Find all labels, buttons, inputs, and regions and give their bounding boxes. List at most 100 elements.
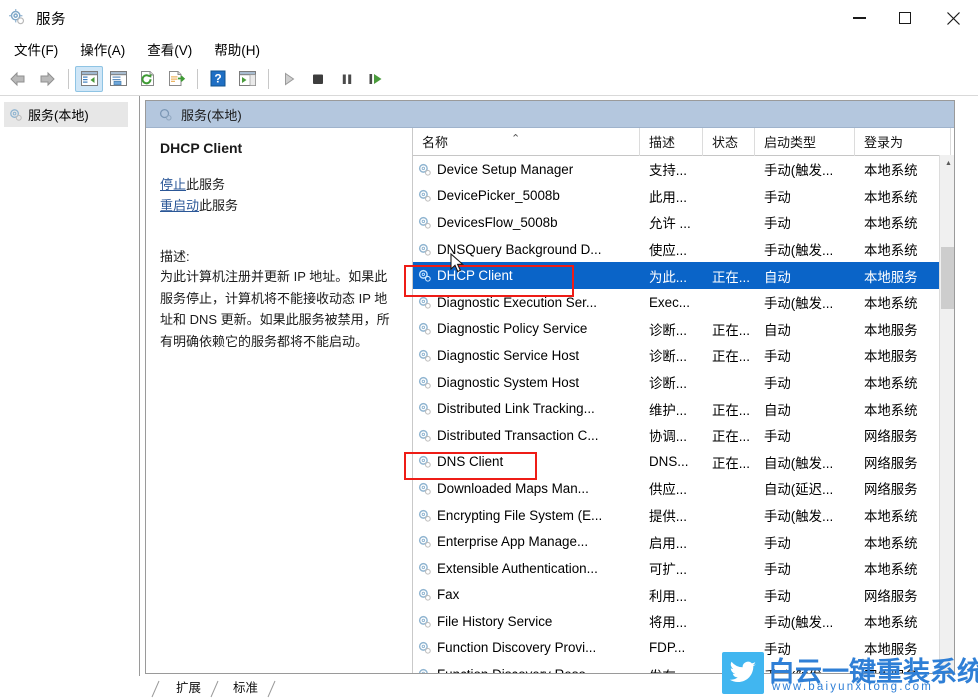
table-row[interactable]: Fax 利用... 手动 网络服务 xyxy=(413,582,954,609)
table-row[interactable]: Extensible Authentication... 可扩... 手动 本地系统 xyxy=(413,555,954,582)
column-header-description[interactable]: 描述 xyxy=(640,127,703,156)
table-row[interactable]: Encrypting File System (E... 提供... 手动(触发..… xyxy=(413,502,954,529)
play-icon xyxy=(285,72,295,85)
service-gear-icon xyxy=(417,508,432,523)
cell-description: 发布... xyxy=(640,661,703,673)
service-gear-icon xyxy=(417,481,432,496)
table-row[interactable]: Distributed Link Tracking... 维护... 正在... 自动… xyxy=(413,395,954,422)
cell-status xyxy=(703,582,755,609)
cell-service-name: Distributed Transaction C... xyxy=(413,422,640,449)
menu-view[interactable]: 查看(V) xyxy=(137,37,202,61)
table-row[interactable]: DHCP Client 为此... 正在... 自动 本地服务 xyxy=(413,262,954,289)
table-row[interactable]: Diagnostic System Host 诊断... 手动 本地系统 xyxy=(413,369,954,396)
cell-startup-type: 手动(触发... xyxy=(764,509,834,525)
help-button[interactable]: ? xyxy=(204,66,232,92)
show-hide-tree-button[interactable] xyxy=(75,65,103,92)
restart-play-icon xyxy=(369,73,382,84)
cell-description: 诊断... xyxy=(649,322,687,338)
cell-status xyxy=(703,289,755,316)
properties-button[interactable] xyxy=(104,66,132,92)
cell-description: 将用... xyxy=(649,615,687,631)
console-tree-pane: 服务(本地) xyxy=(0,96,140,676)
sidebar-item-services-local[interactable]: 服务(本地) xyxy=(4,102,128,127)
column-header-name[interactable]: 名称 ⌃ xyxy=(413,127,640,156)
cell-status: 正在... xyxy=(712,429,750,445)
stop-service-link[interactable]: 停止 xyxy=(160,177,186,192)
stop-service-button[interactable] xyxy=(304,66,332,92)
svg-text:?: ? xyxy=(214,72,221,86)
menu-file[interactable]: 文件(F) xyxy=(4,37,68,61)
column-header-log-on-as[interactable]: 登录为 xyxy=(855,127,951,156)
service-gear-icon xyxy=(417,587,432,602)
forward-button[interactable] xyxy=(33,66,61,92)
cell-status xyxy=(703,555,755,582)
export-list-button[interactable] xyxy=(162,66,190,92)
list-header-row: 名称 ⌃ 描述 状态 启动类型 登录为 xyxy=(413,127,954,156)
cell-description: 利用... xyxy=(649,588,687,604)
cell-log-on-as: 本地系统 xyxy=(864,243,918,259)
cell-startup-type: 手动 xyxy=(764,429,791,445)
sort-ascending-icon: ⌃ xyxy=(511,132,521,145)
cell-description: 可扩... xyxy=(649,562,687,578)
cell-startup-type: 手动(触发... xyxy=(764,615,834,631)
pane-header-title: 服务(本地) xyxy=(181,107,242,123)
description-text: 为此计算机注册并更新 IP 地址。如果此服务停止，计算机将不能接收动态 IP 地… xyxy=(160,269,390,349)
bird-logo-icon xyxy=(722,652,764,694)
table-row[interactable]: Downloaded Maps Man... 供应... 自动(延迟... 网络服务 xyxy=(413,475,954,502)
main-body: 服务(本地) 服务(本地) DHCP Client 停止此服务 重启动此服务 描… xyxy=(0,96,978,698)
list-rows: Device Setup Manager 支持... 手动(触发... 本地系统 Dev… xyxy=(413,156,954,673)
service-name-label: Distributed Transaction C... xyxy=(437,427,599,443)
cell-status xyxy=(703,528,755,555)
service-name-label: Distributed Link Tracking... xyxy=(437,401,595,417)
tab-standard[interactable]: 标准 xyxy=(224,676,267,698)
stop-service-line: 停止此服务 xyxy=(160,174,399,195)
cell-startup-type: 自动 xyxy=(764,322,791,338)
start-service-button[interactable] xyxy=(275,66,303,92)
table-row[interactable]: DNSQuery Background D... 使应... 手动(触发... 本地系… xyxy=(413,236,954,263)
cell-log-on-as: 网络服务 xyxy=(864,482,918,498)
pause-service-button[interactable] xyxy=(333,66,361,92)
cell-service-name: Diagnostic Policy Service xyxy=(413,316,640,343)
maximize-button[interactable] xyxy=(882,0,928,36)
restart-service-link[interactable]: 重启动 xyxy=(160,198,199,213)
cell-status xyxy=(703,608,755,635)
table-row[interactable]: File History Service 将用... 手动(触发... 本地系统 xyxy=(413,608,954,635)
cell-description: 为此... xyxy=(649,269,687,285)
service-name-label: Diagnostic Service Host xyxy=(437,347,580,363)
tab-extended[interactable]: 扩展 xyxy=(167,676,210,698)
menu-help[interactable]: 帮助(H) xyxy=(204,37,270,61)
scrollbar-thumb[interactable] xyxy=(941,247,954,309)
table-row[interactable]: DevicePicker_5008b 此用... 手动 本地系统 xyxy=(413,183,954,210)
cell-service-name: Enterprise App Manage... xyxy=(413,528,640,555)
close-button[interactable] xyxy=(928,0,978,36)
table-row[interactable]: Distributed Transaction C... 协调... 正在... 手动… xyxy=(413,422,954,449)
tab-skew-left xyxy=(151,680,160,698)
minimize-button[interactable] xyxy=(836,0,882,36)
service-name-label: Extensible Authentication... xyxy=(437,560,598,576)
cell-service-name: Encrypting File System (E... xyxy=(413,502,640,529)
show-action-pane-button[interactable] xyxy=(233,66,261,92)
restart-service-button[interactable] xyxy=(362,66,390,92)
cell-service-name: DNSQuery Background D... xyxy=(413,236,640,263)
table-row[interactable]: DevicesFlow_5008b 允许 ... 手动 本地系统 xyxy=(413,209,954,236)
refresh-button[interactable] xyxy=(133,66,161,92)
scroll-up-button[interactable]: ▲ xyxy=(940,155,954,172)
table-row[interactable]: Device Setup Manager 支持... 手动(触发... 本地系统 xyxy=(413,156,954,183)
table-row[interactable]: Diagnostic Execution Ser... Exec... 手动(触发.… xyxy=(413,289,954,316)
table-row[interactable]: Diagnostic Policy Service 诊断... 正在... 自动 本地服… xyxy=(413,316,954,343)
vertical-scrollbar[interactable]: ▲ ▼ xyxy=(939,155,954,673)
column-header-startup-type[interactable]: 启动类型 xyxy=(755,127,855,156)
table-row[interactable]: Enterprise App Manage... 启用... 手动 本地系统 xyxy=(413,528,954,555)
column-header-status[interactable]: 状态 xyxy=(703,127,755,156)
back-button[interactable] xyxy=(4,66,32,92)
menu-action[interactable]: 操作(A) xyxy=(70,37,135,61)
detail-service-name: DHCP Client xyxy=(160,140,243,156)
cell-status xyxy=(703,183,755,210)
watermark: 白云一键重装系统 www.baiyunxitong.com xyxy=(722,650,978,698)
service-name-label: Diagnostic Execution Ser... xyxy=(437,294,598,310)
table-row[interactable]: DNS Client DNS... 正在... 自动(触发... 网络服务 xyxy=(413,449,954,476)
service-detail-panel: DHCP Client 停止此服务 重启动此服务 描述: 为此计算机注册并更新 … xyxy=(146,128,411,673)
column-header-startup-type-label: 启动类型 xyxy=(764,135,817,150)
table-row[interactable]: Diagnostic Service Host 诊断... 正在... 手动 本地服务 xyxy=(413,342,954,369)
cell-service-name: Distributed Link Tracking... xyxy=(413,395,640,422)
